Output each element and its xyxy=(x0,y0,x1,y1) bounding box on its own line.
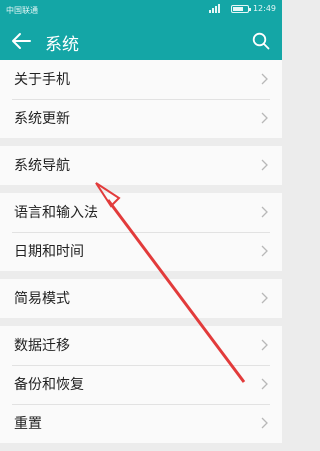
chevron-right-icon xyxy=(261,159,268,171)
settings-group: 语言和输入法 日期和时间 xyxy=(0,193,282,271)
settings-item-label: 关于手机 xyxy=(14,72,70,88)
settings-item[interactable]: 数据迁移 xyxy=(0,326,282,365)
status-time: 12:49 xyxy=(252,4,276,13)
settings-item[interactable]: 系统更新 xyxy=(0,99,282,138)
chevron-right-icon xyxy=(261,112,268,124)
settings-item-label: 日期和时间 xyxy=(14,244,84,260)
signal-icon xyxy=(208,4,220,13)
battery-icon xyxy=(230,4,251,13)
settings-item-label: 数据迁移 xyxy=(14,338,70,354)
chevron-right-icon xyxy=(261,378,268,390)
settings-group: 关于手机 系统更新 xyxy=(0,60,282,138)
settings-item-label: 简易模式 xyxy=(14,291,70,307)
app-bar: 系统 xyxy=(0,22,282,60)
chevron-right-icon xyxy=(261,245,268,257)
settings-item[interactable]: 简易模式 xyxy=(0,279,282,318)
status-bar: 中国联通 12:49 xyxy=(0,0,282,22)
settings-item[interactable]: 语言和输入法 xyxy=(0,193,282,232)
settings-item[interactable]: 系统导航 xyxy=(0,146,282,185)
settings-item-label: 备份和恢复 xyxy=(14,377,84,393)
search-icon[interactable] xyxy=(252,32,270,50)
chevron-right-icon xyxy=(261,206,268,218)
settings-item[interactable]: 关于手机 xyxy=(0,60,282,99)
page-title: 系统 xyxy=(45,35,79,55)
arrow-left-icon[interactable] xyxy=(10,31,32,51)
carrier-name: 中国联通 xyxy=(6,6,38,15)
settings-group: 系统导航 xyxy=(0,146,282,185)
settings-group: 简易模式 xyxy=(0,279,282,318)
settings-item-label: 重置 xyxy=(14,416,42,432)
settings-item-label: 系统导航 xyxy=(14,158,70,174)
settings-list: 关于手机系统更新系统导航语言和输入法 日期和时间简易模式数据迁移备份和恢复重置 xyxy=(0,60,282,451)
chevron-right-icon xyxy=(261,417,268,429)
settings-item[interactable]: 备份和恢复 xyxy=(0,365,282,404)
settings-group: 数据迁移备份和恢复重置 xyxy=(0,326,282,443)
chevron-right-icon xyxy=(261,73,268,85)
settings-item-label: 系统更新 xyxy=(14,111,70,127)
settings-item-label: 语言和输入法 xyxy=(14,205,98,221)
chevron-right-icon xyxy=(261,339,268,351)
settings-item[interactable]: 重置 xyxy=(0,404,282,443)
status-icons: 12:49 xyxy=(208,4,276,13)
settings-item[interactable]: 日期和时间 xyxy=(0,232,282,271)
chevron-right-icon xyxy=(261,292,268,304)
